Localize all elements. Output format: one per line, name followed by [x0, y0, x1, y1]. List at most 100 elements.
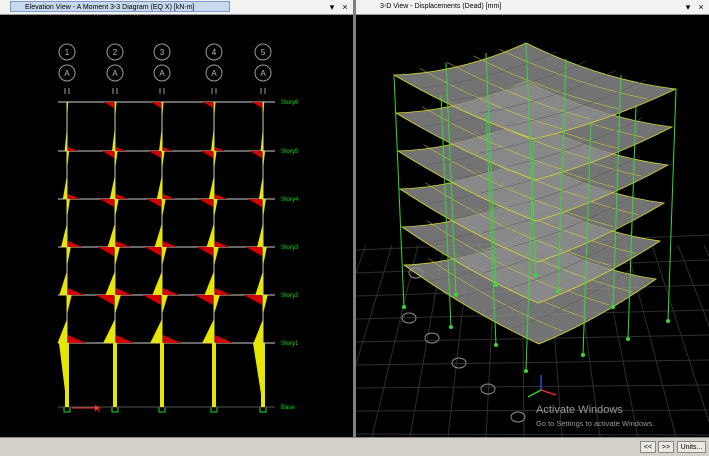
column-moment: [208, 175, 214, 199]
beam-moment: [147, 199, 161, 207]
beam-moment: [248, 199, 262, 207]
beam-moment: [163, 147, 173, 151]
close-icon[interactable]: ×: [339, 0, 351, 14]
elevation-canvas[interactable]: 1A2A3A4A5A Story6Story5Story4Story3Story…: [0, 15, 353, 437]
column-moment: [115, 295, 121, 315]
column-moment: [263, 247, 267, 267]
column-moment: [162, 199, 166, 219]
support-node: [494, 283, 498, 287]
watermark-title: Activate Windows: [536, 404, 623, 416]
next-button[interactable]: >>: [658, 441, 674, 453]
grid-number-label: 4: [212, 48, 217, 57]
grid-letter-label: A: [211, 69, 217, 78]
ground-grid-line: [625, 244, 677, 437]
support-marker: [210, 406, 218, 413]
beam-moment: [201, 151, 213, 158]
column-moment: [103, 319, 115, 343]
support-marker: [259, 406, 267, 413]
support-node: [556, 289, 560, 293]
beam-moment: [244, 295, 262, 305]
story-label: Story3: [281, 245, 299, 251]
column-moment: [156, 175, 162, 199]
beam-moment: [145, 247, 161, 256]
pin-icon[interactable]: ▾: [682, 0, 694, 14]
3d-view-pane[interactable]: 3-D View - Displacements (Dead) [mm] ▾ ×…: [356, 0, 709, 437]
3d-view-title[interactable]: 3-D View - Displacements (Dead) [mm]: [366, 1, 586, 12]
beam-moment: [246, 247, 262, 256]
beam-moment: [116, 335, 134, 343]
column-moment: [67, 247, 71, 267]
pin-icon[interactable]: ▾: [326, 0, 338, 14]
beam-moment: [151, 102, 161, 108]
grid-letter-label: A: [64, 69, 70, 78]
column-moment: [253, 343, 263, 407]
beam-moment: [163, 335, 181, 343]
column-moment: [67, 199, 70, 219]
ground-grid-line: [356, 359, 709, 366]
story-label: Story5: [281, 149, 299, 155]
beam-moment: [96, 295, 114, 305]
column-moment: [115, 199, 119, 219]
support-node: [626, 337, 630, 341]
column-moment: [162, 247, 167, 267]
column-moment: [214, 199, 218, 219]
beam-moment: [203, 102, 213, 108]
column-moment: [59, 271, 67, 295]
ground-grid-line: [651, 244, 709, 424]
column-moment: [67, 151, 70, 171]
column-moment: [109, 175, 115, 199]
watermark-subtitle: Go to Settings to activate Windows.: [536, 419, 654, 428]
beam-moment: [163, 241, 177, 247]
elevation-view-pane[interactable]: Elevation View - A Moment 3-3 Diagram (E…: [0, 0, 353, 437]
column-moment: [115, 247, 120, 267]
column-moment: [105, 271, 115, 295]
column-moment: [115, 102, 117, 122]
beam-moment: [197, 247, 213, 256]
close-icon[interactable]: ×: [695, 0, 707, 14]
beam-moment: [104, 102, 114, 108]
prev-button[interactable]: <<: [640, 441, 656, 453]
elevation-view-titlebar: Elevation View - A Moment 3-3 Diagram (E…: [0, 0, 353, 15]
column-moment: [211, 126, 214, 151]
ground-grid-line: [356, 409, 709, 412]
story-label: Base: [281, 405, 295, 411]
support-marker: [111, 406, 119, 413]
beam-moment: [68, 288, 84, 295]
moment-diagrams: [57, 102, 268, 407]
beam-moment: [215, 194, 227, 199]
beam-moment: [68, 194, 80, 199]
grid-number-label: 1: [65, 48, 70, 57]
beam-moment: [98, 247, 114, 256]
column-moment: [115, 151, 118, 171]
beam-moment: [163, 194, 175, 199]
beam-moment: [68, 241, 82, 247]
support-node: [449, 325, 453, 329]
column-moment: [160, 343, 164, 407]
units-button[interactable]: Units...: [677, 441, 706, 453]
grid-letter-label: A: [260, 69, 266, 78]
3d-canvas[interactable]: Activate Windows Go to Settings to activ…: [356, 15, 709, 437]
beam-moment: [116, 241, 130, 247]
column-moment: [263, 295, 268, 315]
support-marker: [63, 406, 71, 413]
column-moment: [162, 295, 168, 315]
column-moment: [62, 175, 67, 199]
story-label: Story1: [281, 341, 299, 347]
column-moment: [258, 175, 263, 199]
deformed-slabs: [392, 42, 678, 345]
column-moment: [107, 223, 115, 247]
beam-moment: [100, 199, 114, 207]
beam-moment: [143, 295, 161, 305]
beam-moment: [68, 147, 78, 151]
column-moment: [212, 343, 216, 407]
elevation-view-title[interactable]: Elevation View - A Moment 3-3 Diagram (E…: [10, 1, 230, 12]
support-node: [524, 369, 528, 373]
column-moment: [214, 151, 217, 171]
beam-moment: [195, 295, 213, 305]
column-moment: [255, 271, 263, 295]
beam-moment: [250, 151, 262, 158]
column-moment: [257, 223, 263, 247]
column-moment: [67, 295, 72, 315]
status-bar: << >> Units...: [0, 437, 709, 456]
grid-number-label: 2: [113, 48, 118, 57]
